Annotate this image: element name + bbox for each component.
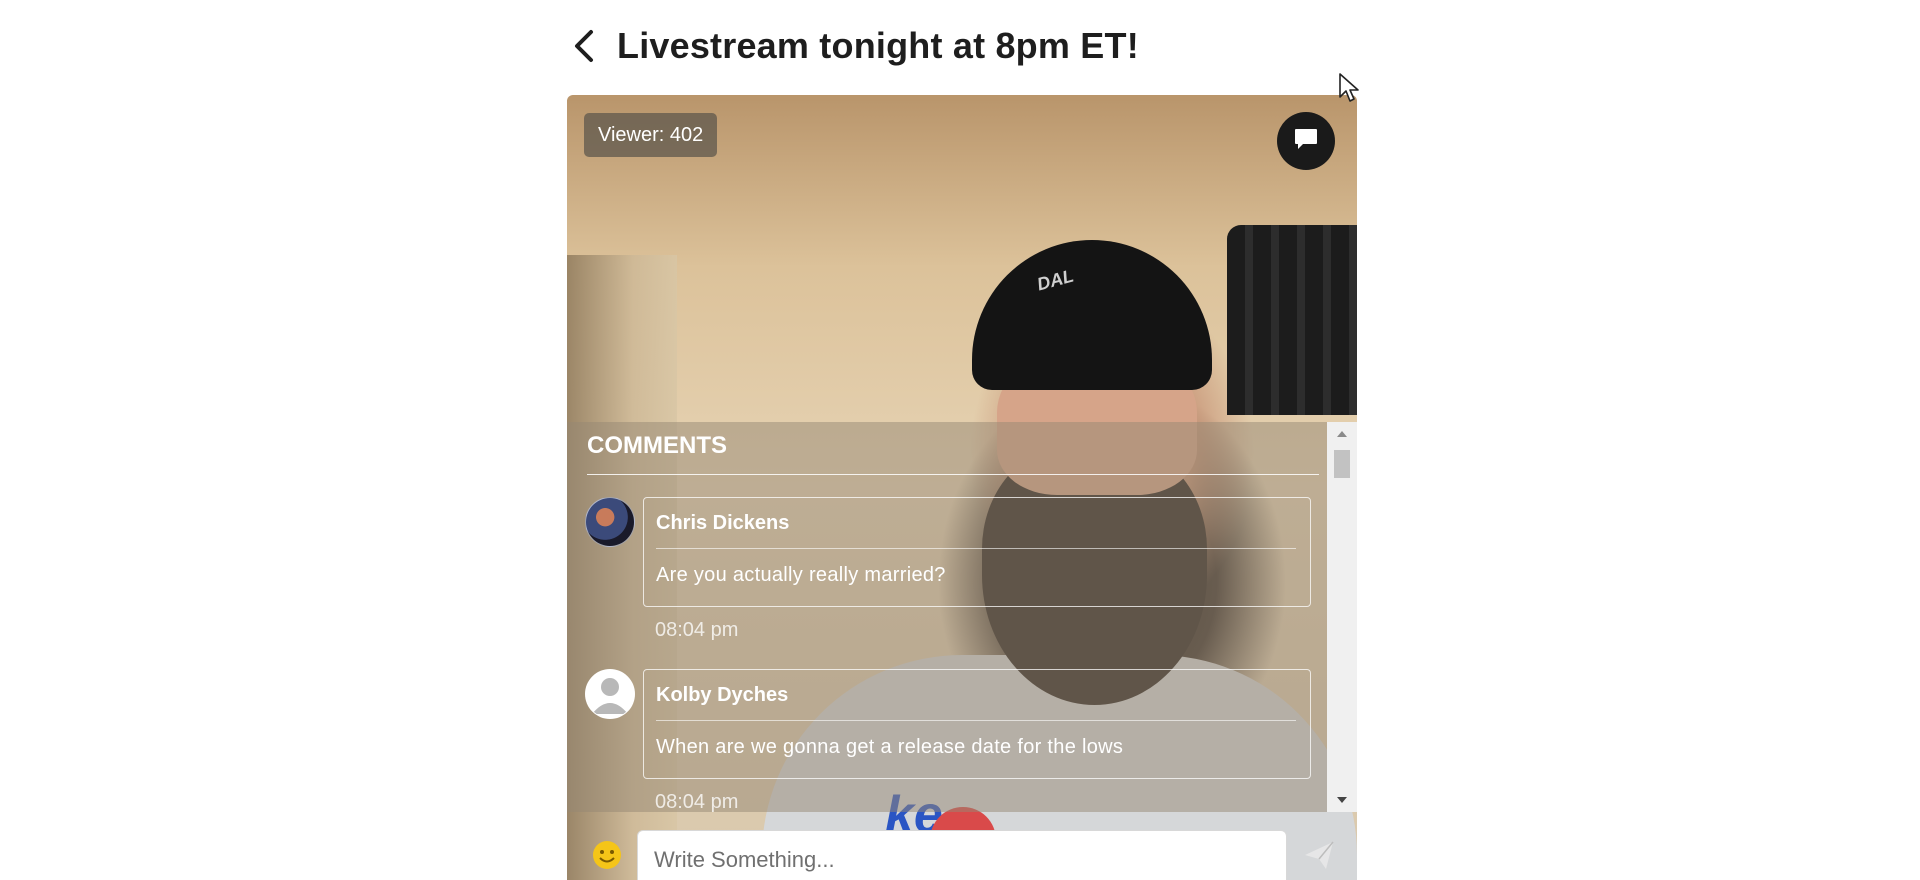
- comment-bubble: Chris Dickens Are you actually really ma…: [643, 497, 1311, 607]
- default-user-icon: [592, 678, 628, 714]
- chat-toggle-button[interactable]: [1277, 112, 1335, 170]
- page-title: Livestream tonight at 8pm ET!: [617, 25, 1139, 66]
- comment-composer: [567, 830, 1357, 880]
- divider: [656, 720, 1296, 721]
- mouse-cursor-icon: [1338, 72, 1360, 104]
- send-icon[interactable]: [1302, 838, 1336, 872]
- avatar[interactable]: [585, 669, 635, 719]
- page-header: Livestream tonight at 8pm ET!: [573, 18, 1139, 74]
- divider: [587, 474, 1319, 475]
- comment-timestamp: 08:04 pm: [655, 619, 739, 641]
- comments-panel: COMMENTS Chris Dickens Are you actually …: [567, 422, 1327, 813]
- livestream-video[interactable]: DAL ke Viewer: 402 COMMENTS Chris Dicken…: [567, 95, 1357, 880]
- scrollbar-thumb[interactable]: [1334, 450, 1350, 478]
- video-background: [972, 240, 1212, 390]
- chat-bubble-icon: [1293, 127, 1319, 156]
- smiley-icon[interactable]: [592, 840, 622, 870]
- comment-timestamp: 08:04 pm: [655, 791, 739, 813]
- divider: [656, 548, 1296, 549]
- viewer-count-badge: Viewer: 402: [584, 113, 718, 157]
- comment-message: When are we gonna get a release date for…: [656, 736, 1124, 758]
- comment-author[interactable]: Kolby Dyches: [656, 684, 788, 707]
- comment-message: Are you actually really married?: [656, 564, 946, 586]
- comments-heading: COMMENTS: [587, 432, 727, 459]
- video-background: [1227, 225, 1357, 415]
- comment-author[interactable]: Chris Dickens: [656, 512, 789, 535]
- chevron-left-icon[interactable]: [573, 26, 599, 66]
- scroll-up-arrow-icon[interactable]: [1327, 424, 1357, 444]
- comments-scrollbar[interactable]: [1327, 422, 1357, 812]
- comment-bubble: Kolby Dyches When are we gonna get a rel…: [643, 669, 1311, 779]
- comment-input[interactable]: [637, 830, 1287, 880]
- avatar[interactable]: [585, 497, 635, 547]
- scroll-down-arrow-icon[interactable]: [1327, 790, 1357, 810]
